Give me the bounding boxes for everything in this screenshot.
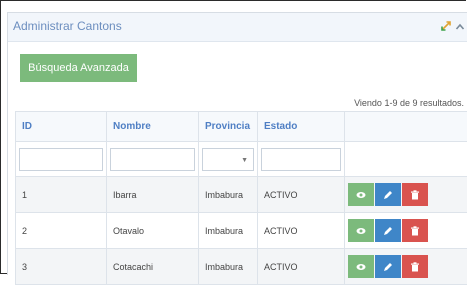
column-header-id[interactable]: ID [16,112,107,142]
panel-title: Administrar Cantons [13,19,122,33]
results-summary: Viendo 1-9 de 9 resultados. [354,98,464,108]
filter-cell-estado [258,142,345,177]
cell-estado: ACTIVO [258,177,345,213]
delete-button[interactable] [402,183,428,206]
view-button[interactable] [348,219,374,242]
eye-icon [356,263,366,270]
table-header-row: ID Nombre Provincia Estado [16,112,467,142]
row-actions [345,213,467,249]
filter-cell-provincia: ▼ [199,142,258,177]
advanced-search-button[interactable]: Búsqueda Avanzada [20,54,137,82]
cell-id: 3 [16,249,107,285]
cell-provincia: Imbabura [199,249,258,285]
view-button[interactable] [348,183,374,206]
cell-nombre: Otavalo [107,213,199,249]
filter-provincia-select[interactable]: ▼ [202,148,254,171]
cell-provincia: Imbabura [199,177,258,213]
cantons-panel: Administrar Cantons Búsqueda Avanzada Vi… [7,12,467,275]
edit-button[interactable] [375,219,401,242]
pencil-icon [383,226,393,236]
filter-id-input[interactable] [19,148,103,171]
filter-cell-actions [345,142,467,177]
table-row: 3 Cotacachi Imbabura ACTIVO [16,249,467,285]
expand-icon[interactable] [439,19,453,33]
eye-icon [356,227,366,234]
table-row: 1 Ibarra Imbabura ACTIVO [16,177,467,213]
filter-estado-input[interactable] [261,148,341,171]
chevron-up-icon[interactable] [455,20,465,32]
column-header-nombre[interactable]: Nombre [107,112,199,142]
trash-icon [411,190,420,200]
delete-button[interactable] [402,219,428,242]
panel-header-tools [435,19,465,33]
column-header-actions [345,112,467,142]
panel-header: Administrar Cantons [8,13,467,42]
cell-nombre: Cotacachi [107,249,199,285]
pencil-icon [383,190,393,200]
pencil-icon [383,262,393,272]
column-header-provincia[interactable]: Provincia [199,112,258,142]
table-row: 2 Otavalo Imbabura ACTIVO [16,213,467,249]
trash-icon [411,262,420,272]
row-actions [345,177,467,213]
trash-icon [411,226,420,236]
filter-row: ▼ [16,142,467,177]
cantons-table: ID Nombre Provincia Estado ▼ 1 [15,111,467,285]
edit-button[interactable] [375,183,401,206]
cell-estado: ACTIVO [258,249,345,285]
cell-provincia: Imbabura [199,213,258,249]
row-actions [345,249,467,285]
filter-cell-id [16,142,107,177]
eye-icon [356,191,366,198]
cell-id: 1 [16,177,107,213]
cell-nombre: Ibarra [107,177,199,213]
cell-id: 2 [16,213,107,249]
cell-estado: ACTIVO [258,213,345,249]
dropdown-caret-icon: ▼ [241,157,248,164]
filter-nombre-input[interactable] [110,148,195,171]
filter-cell-nombre [107,142,199,177]
column-header-estado[interactable]: Estado [258,112,345,142]
